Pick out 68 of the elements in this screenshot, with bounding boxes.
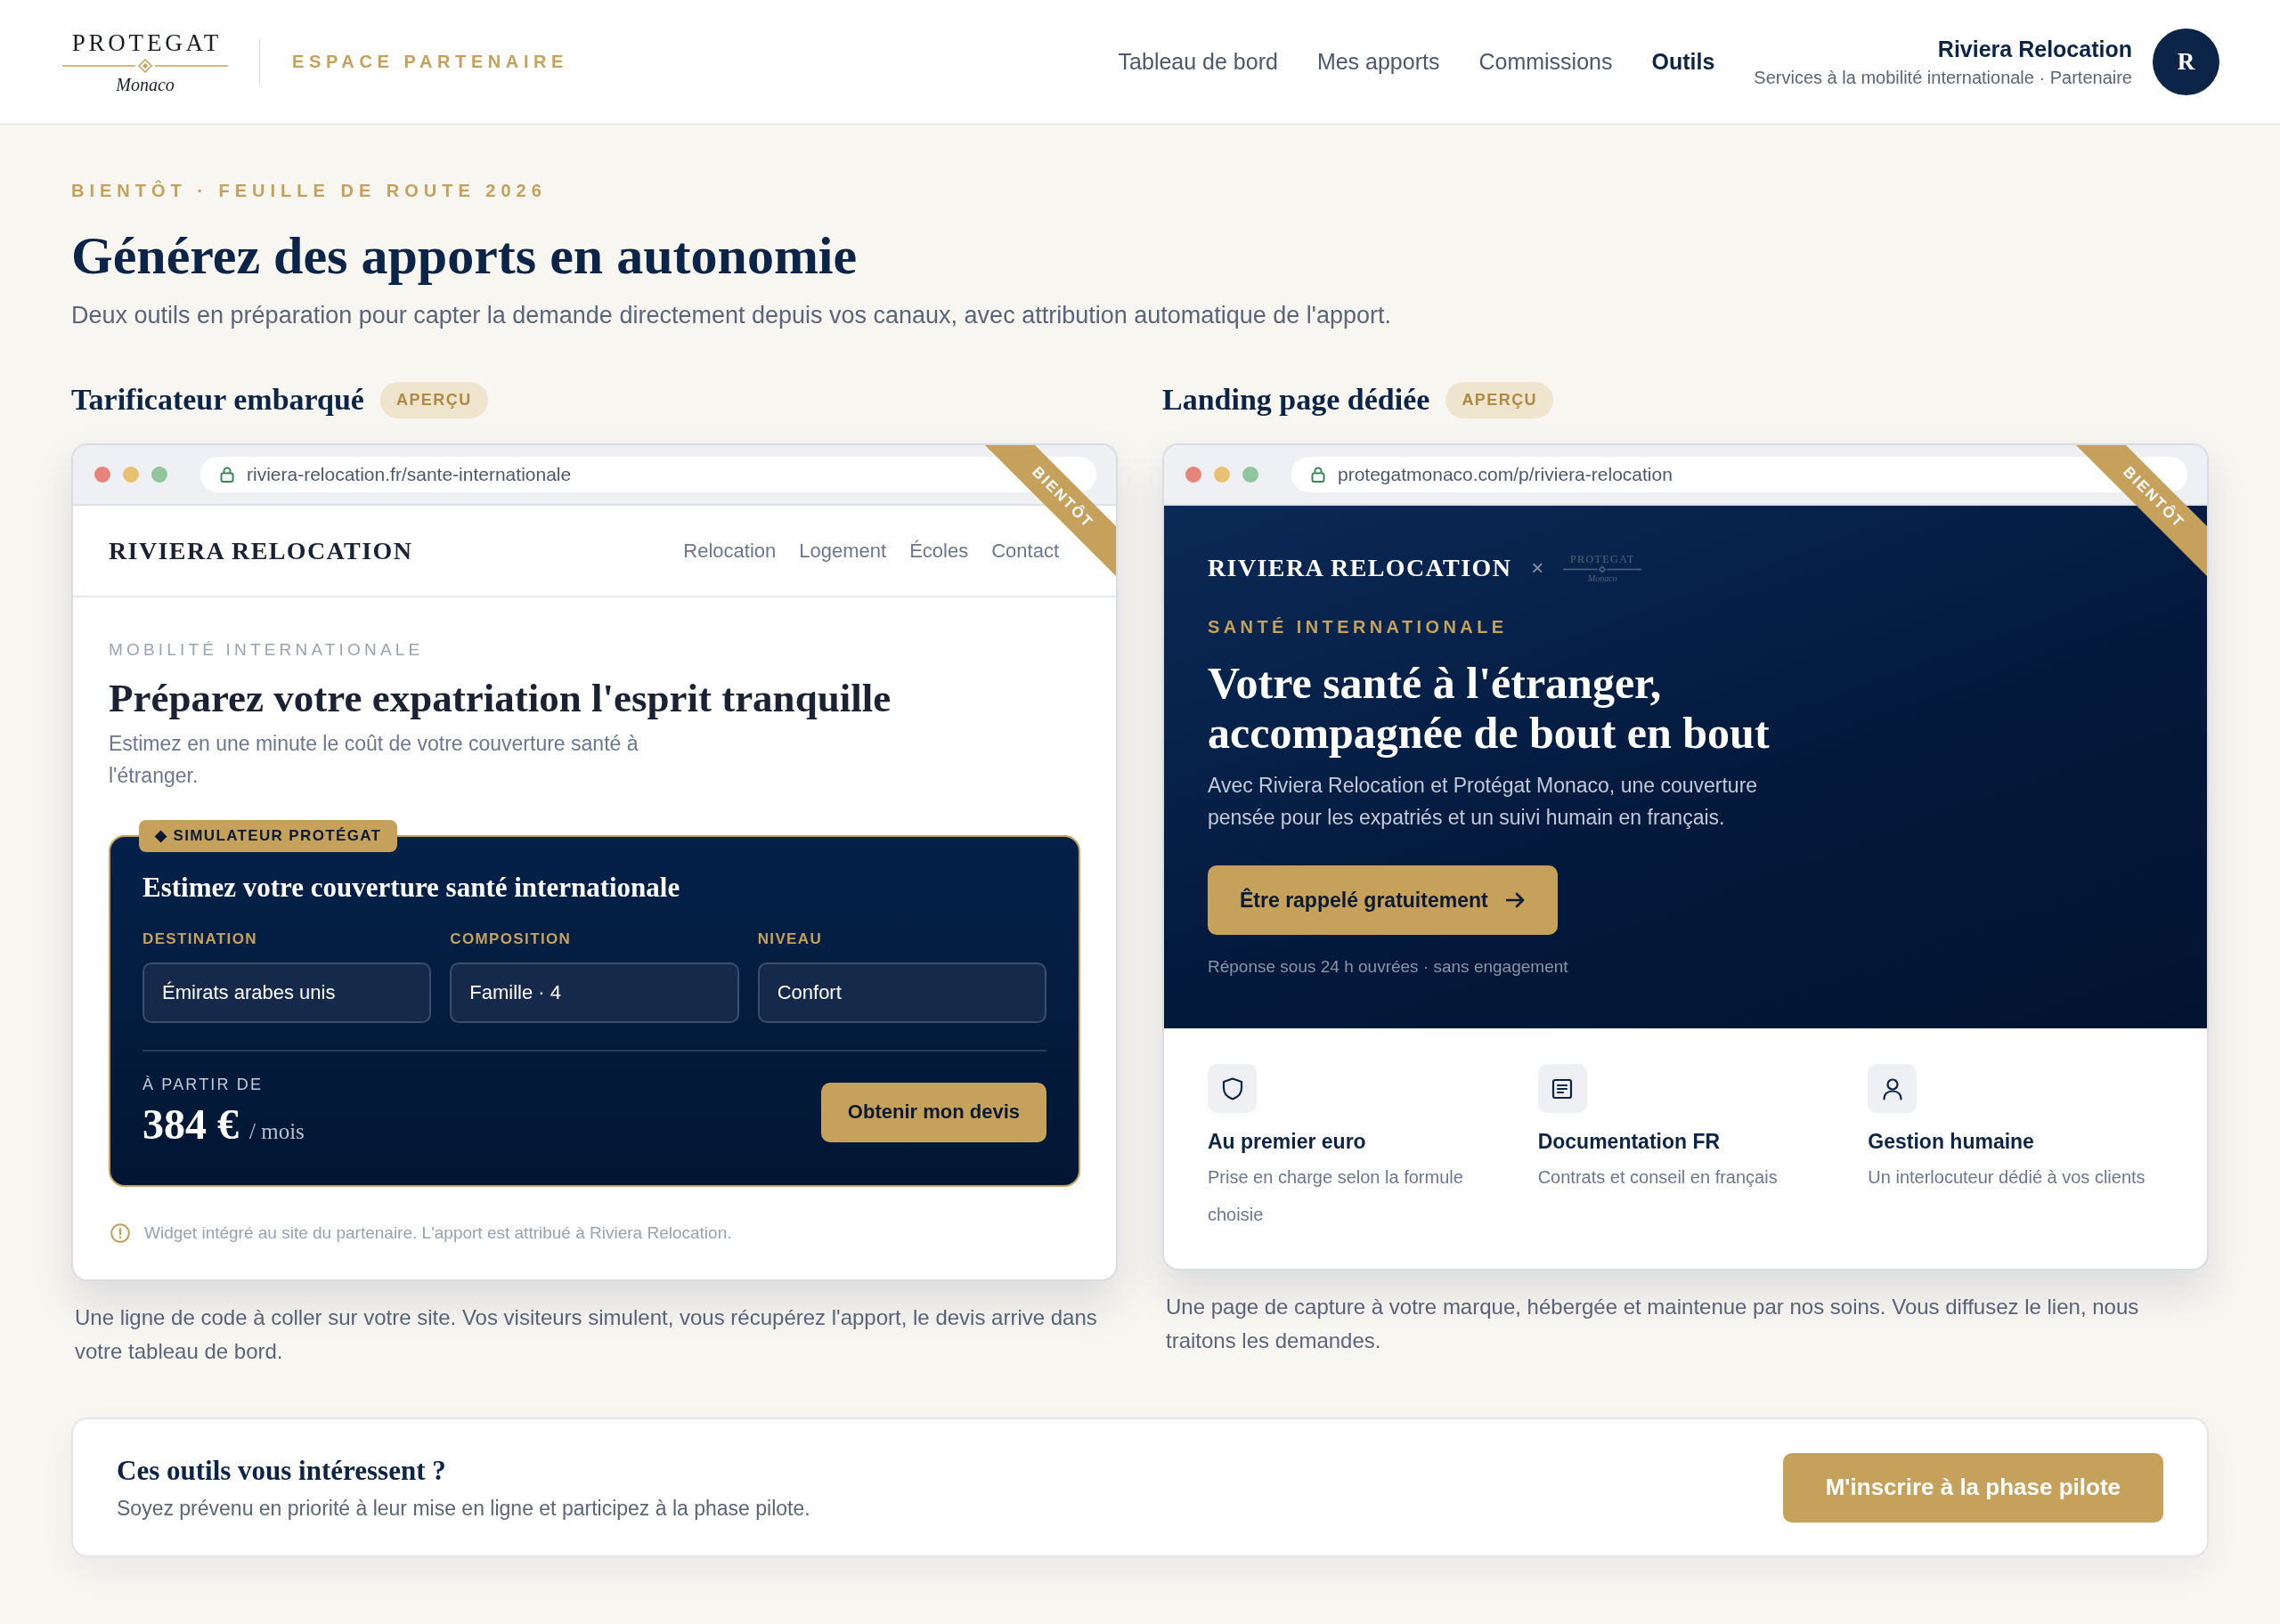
feature-title: Documentation FR [1537, 1129, 1721, 1155]
eyebrow-label: BIENTÔT · FEUILLE DE ROUTE 2026 [71, 180, 548, 202]
avatar[interactable]: R [2153, 28, 2219, 95]
tool-caption: Une ligne de code à coller sur votre site. Vos visiteurs simulent, vous récupérez l'apport, le devis arrive dans votre tableau de bord. [74, 1304, 1098, 1365]
price-amount: 384 € [142, 1100, 239, 1149]
page-description: Deux outils en préparation pour capter la demande directement depuis vos canaux, avec attribution automatique de l'apport. [71, 301, 1393, 329]
field-label: DESTINATION [142, 930, 258, 949]
select-field[interactable]: Émirats arabes unis [142, 962, 432, 1023]
window-controls-icon [94, 467, 167, 483]
site-lead: Estimez en une minute le coût de votre couverture santé à l'étranger. [109, 731, 639, 789]
partner-logo-tagline: Monaco [1587, 572, 1617, 583]
account-name: Riviera Relocation [1937, 36, 2132, 62]
window-controls-icon [1185, 467, 1258, 483]
feature-title: Gestion humaine [1868, 1129, 2034, 1155]
section-eyebrow: SANTÉ INTERNATIONALE [1208, 616, 1509, 638]
partner-logo-wordmark: PROTEGAT [1569, 553, 1635, 565]
tool-caption: Une page de capture à votre marque, hébergée et maintenue par nos soins. Vous diffusez le lien, nous traitons les demandes. [1165, 1294, 2140, 1354]
select-field[interactable]: Famille · 4 [450, 962, 739, 1023]
tool-title: Landing page dédiée [1162, 383, 1430, 417]
feature-title: Au premier euro [1208, 1129, 1366, 1155]
feature-description: Un interlocuteur dédié à vos clients [1868, 1166, 2146, 1189]
nav-link[interactable]: Commissions [1478, 49, 1613, 75]
nav-link[interactable]: Outils [1651, 49, 1715, 75]
banner-title: Ces outils vous intéressent ? [117, 1453, 447, 1488]
select-field[interactable]: Confort [757, 962, 1046, 1023]
cross-separator: × [1531, 556, 1544, 581]
site-headline: Préparez votre expatriation l'esprit tranquille [109, 675, 892, 722]
price-label: À PARTIR DE [142, 1075, 265, 1094]
simulator-tag: ◆ SIMULATEUR PROTÉGAT [139, 820, 398, 852]
site-nav-link[interactable]: Relocation [683, 539, 777, 563]
feature-description: Prise en charge selon la formule choisie [1208, 1166, 1464, 1226]
widget-note: Widget intégré au site du partenaire. L'apport est attribué à Riviera Relocation. [144, 1222, 732, 1244]
preview-badge: APERÇU [379, 381, 488, 418]
simulator-title: Estimez votre couverture santé internationale [142, 871, 681, 904]
site-nav-link[interactable]: Logement [799, 539, 887, 563]
site-nav-link[interactable]: Contact [991, 539, 1059, 563]
feature-description: Contrats et conseil en français [1537, 1166, 1778, 1189]
banner-description: Soyez prévenu en priorité à leur mise en ligne et participez à la phase pilote. [117, 1495, 810, 1522]
hero-headline: Votre santé à l'étranger, accompagnée de bout en bout [1208, 658, 1771, 758]
logo-tagline: Monaco [116, 75, 175, 93]
section-eyebrow: MOBILITÉ INTERNATIONALE [109, 639, 425, 661]
hero-note: Réponse sous 24 h ouvrées · sans engagement [1208, 956, 1569, 978]
field-label: COMPOSITION [450, 930, 573, 949]
tool-title: Tarificateur embarqué [71, 383, 364, 417]
logo-ornament-icon [1563, 565, 1642, 572]
callback-button[interactable]: Être rappelé gratuitement [1208, 865, 1558, 935]
document-icon [1537, 1064, 1587, 1113]
lock-icon [1311, 467, 1325, 483]
nav-link[interactable]: Mes apports [1316, 49, 1440, 75]
site-name: RIVIERA RELOCATION [109, 536, 413, 565]
nav-link[interactable]: Tableau de bord [1118, 49, 1278, 75]
quote-button[interactable]: Obtenir mon devis [820, 1082, 1046, 1142]
account-role: Services à la mobilité internationale · Partenaire [1754, 67, 2132, 88]
site-name: RIVIERA RELOCATION [1208, 554, 1512, 582]
preview-badge: APERÇU [1445, 381, 1554, 418]
arrow-icon [1505, 892, 1526, 908]
site-nav-link[interactable]: Écoles [909, 539, 969, 563]
portal-label: ESPACE PARTENAIRE [292, 52, 569, 72]
shield-icon [1208, 1064, 1257, 1113]
alert-icon [110, 1223, 130, 1243]
logo-ornament-icon [62, 58, 228, 73]
person-icon [1868, 1064, 1918, 1113]
field-label: NIVEAU [757, 930, 824, 949]
hero-lead: Avec Riviera Relocation et Protégat Monaco, une couverture pensée pour les expatriés et un suivi humain en français. [1208, 773, 1759, 831]
logo-wordmark: PROTEGAT [70, 30, 222, 55]
lock-icon [220, 467, 234, 483]
page-title: Générez des apports en autonomie [71, 225, 859, 287]
price-unit: / mois [249, 1119, 305, 1144]
